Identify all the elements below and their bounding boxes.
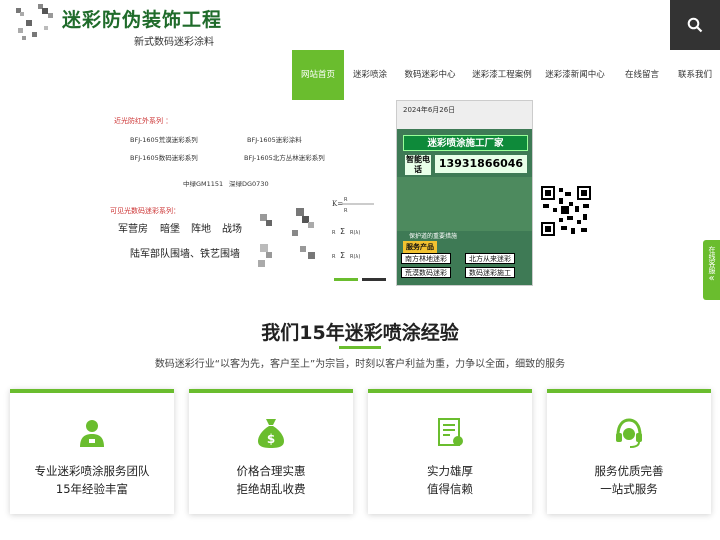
target-walls: 陆军部队围墙、铁艺围墙: [130, 249, 240, 260]
color-code: 中绿GM1151: [183, 180, 224, 188]
slider-dot[interactable]: [362, 278, 386, 281]
feature-card-title: 服务优质完善: [594, 464, 664, 478]
phone-title: 迷彩喷涂施工厂家: [403, 135, 528, 151]
feature-card[interactable]: 专业迷彩喷涂服务团队 15年经验丰富: [10, 389, 174, 514]
svg-text:$: $: [267, 432, 275, 446]
online-service-tab[interactable]: 在线客服 «: [703, 240, 720, 300]
formula-image: K= R R R Σ R(λ) R Σ R(λ): [332, 197, 374, 260]
infrared-series-title: 近光防红外系列 ：: [114, 117, 173, 125]
headset-icon: [616, 418, 642, 448]
service-person-icon: [80, 420, 104, 447]
phone-tag: 南方林地迷彩: [401, 253, 451, 264]
slider-dot-active[interactable]: [334, 278, 358, 281]
feature-card[interactable]: $ 价格合理实惠 拒绝胡乱收费: [189, 389, 353, 514]
phone-date: 2024年6月26日: [397, 101, 532, 129]
svg-text:R: R: [332, 254, 336, 260]
site-subtitle: 新式数码迷彩涂料: [134, 37, 214, 48]
nav-item-cases[interactable]: 迷彩漆工程案例: [470, 50, 534, 100]
phone-tag: 数码迷彩施工: [465, 267, 515, 278]
money-bag-icon: $: [258, 419, 284, 448]
infrared-item: BFJ-1605数码迷彩系列: [130, 154, 198, 162]
nav-item-camo-spray[interactable]: 迷彩喷涂: [349, 50, 391, 100]
target-item: 暗堡: [160, 224, 180, 235]
svg-text:R: R: [332, 230, 336, 236]
feature-card-title: 实力雄厚: [427, 464, 473, 478]
feature-card-subtitle: 值得信赖: [427, 482, 473, 496]
phone-tag: 北方从来迷彩: [465, 253, 515, 264]
main-nav: 网站首页 迷彩喷涂 数码迷彩中心 迷彩漆工程案例 迷彩漆新闻中心 在线留言 联系…: [0, 50, 720, 100]
phone-watermark: 保护道的重要措施: [409, 233, 458, 240]
infrared-item: BFJ-1605迷彩涂料: [247, 136, 302, 144]
phone-service-label: 服务产品: [403, 241, 437, 253]
phone-tel-label: 智能电话: [405, 155, 431, 175]
svg-text:Σ: Σ: [340, 227, 345, 236]
phone-tag: 荒漠数码迷彩: [401, 267, 451, 278]
feature-card-title: 专业迷彩喷涂服务团队: [34, 464, 150, 478]
infrared-item: BFJ-1605荒漠迷彩系列: [130, 136, 198, 144]
section-title: 我们15年迷彩喷涂经验: [261, 322, 459, 344]
target-item: 军营房: [118, 224, 148, 235]
svg-text:R: R: [344, 197, 348, 203]
phone-photo: [397, 177, 532, 231]
color-code: 深绿DG0730: [229, 180, 269, 188]
nav-item-digital-camo[interactable]: 数码迷彩中心: [402, 50, 458, 100]
site-header: 迷彩防伪装饰工程 新式数码迷彩涂料: [0, 0, 720, 50]
qr-code-icon: [541, 186, 591, 236]
document-icon: [438, 418, 463, 446]
svg-text:R(λ): R(λ): [350, 254, 360, 260]
section-divider: [339, 346, 381, 349]
svg-text:R: R: [344, 208, 348, 214]
feature-card-subtitle: 一站式服务: [600, 482, 658, 496]
feature-card[interactable]: 实力雄厚 值得信赖: [368, 389, 532, 514]
feature-card-subtitle: 15年经验丰富: [55, 482, 129, 496]
svg-text:K=: K=: [332, 200, 343, 208]
nav-item-home[interactable]: 网站首页: [292, 50, 344, 100]
visible-series-title: 可见光数码迷彩系列：: [110, 207, 180, 215]
target-item: 战场: [222, 224, 242, 235]
phone-tel: 13931866046: [435, 155, 527, 173]
phone-screenshot: 2024年6月26日 迷彩喷涂施工厂家 智能电话 13931866046 保护道…: [396, 100, 533, 286]
nav-item-contact[interactable]: 联系我们: [674, 50, 716, 100]
nav-item-news[interactable]: 迷彩漆新闻中心: [541, 50, 609, 100]
chevron-left-icon: «: [708, 273, 715, 284]
svg-text:Σ: Σ: [340, 251, 345, 260]
feature-card-title: 价格合理实惠: [236, 464, 306, 478]
feature-card-subtitle: 拒绝胡乱收费: [236, 482, 306, 496]
online-service-label: 在线客服: [708, 246, 716, 274]
search-icon: [687, 17, 703, 33]
camo-pattern-image: [258, 208, 315, 267]
infrared-item: BFJ-1605北方丛林迷彩系列: [244, 154, 325, 162]
site-title[interactable]: 迷彩防伪装饰工程: [62, 5, 222, 32]
svg-text:R(λ): R(λ): [350, 230, 360, 236]
target-item: 阵地: [191, 224, 211, 235]
feature-card[interactable]: 服务优质完善 一站式服务: [547, 389, 711, 514]
camouflage-logo-icon[interactable]: [14, 4, 60, 44]
section-description: 数码迷彩行业“以客为先，客户至上”为宗旨，时刻以客户利益为重，力争以全面，细致的…: [154, 359, 566, 370]
nav-item-message[interactable]: 在线留言: [621, 50, 663, 100]
hero-banner[interactable]: 近光防红外系列 ： BFJ-1605荒漠迷彩系列 BFJ-1605迷彩涂料 BF…: [0, 100, 720, 290]
search-button[interactable]: [670, 0, 720, 50]
